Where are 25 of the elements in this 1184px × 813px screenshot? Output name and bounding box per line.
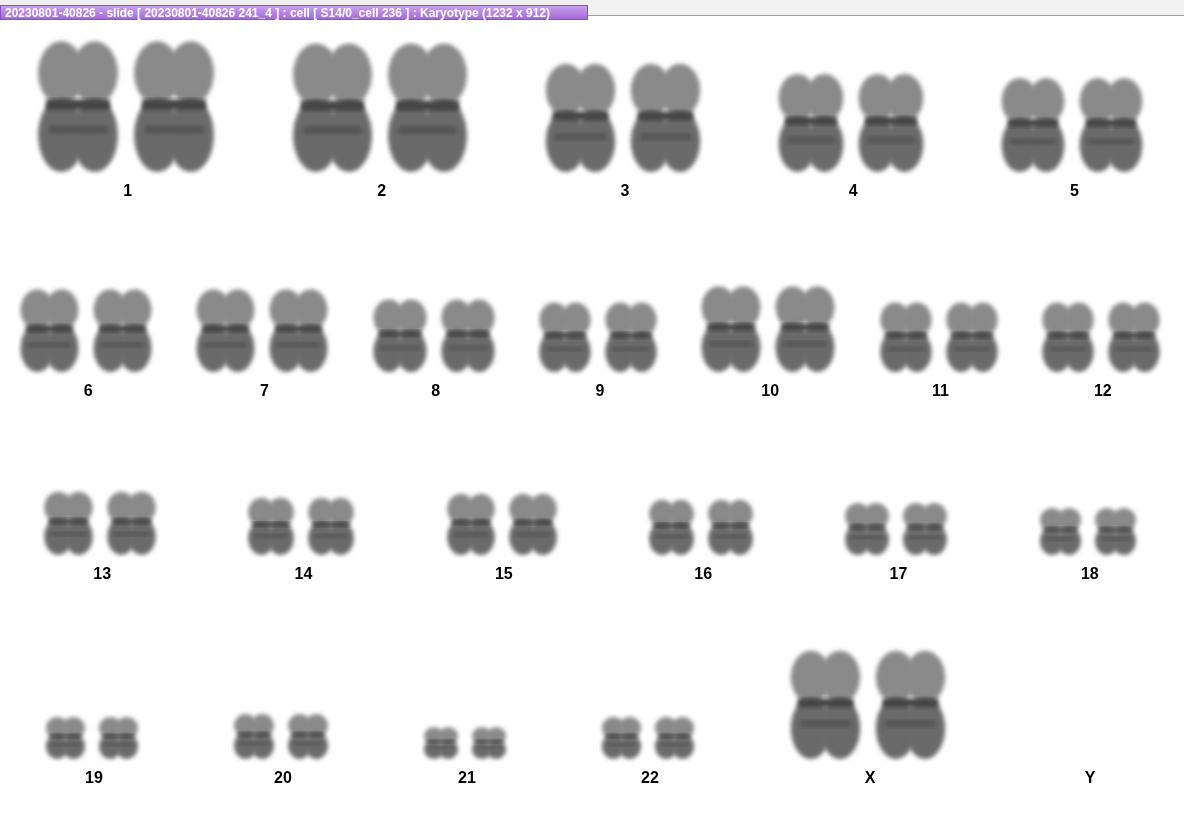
chromosome-label: 15 [494,565,513,583]
chromosome-label: 8 [431,382,441,400]
chromosome-label: 5 [1069,182,1079,200]
chromosome-label: 11 [932,382,949,400]
chromosome-label: X [864,769,876,787]
chromosome-label: 10 [761,382,780,400]
chromosome-label: 12 [1093,382,1112,400]
chromosome-label: 18 [1080,565,1099,583]
chromosome-label: 13 [93,565,112,583]
chromosome-label: 17 [889,565,908,583]
chromosome-label: 21 [458,769,476,787]
chromosome-label: 4 [848,182,858,200]
chromosome-label: 20 [274,769,292,787]
chromosome-label: 22 [641,769,659,787]
chromosome-label: 6 [83,382,93,400]
chromosome-label: Y [1084,769,1096,787]
chromosome-label: 1 [123,182,133,200]
chromosome-label: 19 [85,769,103,787]
chromosome-label: 2 [377,182,387,200]
chromosome-label: 14 [294,565,313,583]
chromosome-label: 9 [595,382,605,400]
window-title: 20230801-40826 - slide [ 20230801-40826 241_4 ] : cell [ S14/0_cell 236 ] : Karyotype (1232 x 912) [0,5,588,20]
chromosome-label: 3 [620,182,630,200]
chromosome-label: 16 [694,565,713,583]
chromosome-label: 7 [259,382,269,400]
